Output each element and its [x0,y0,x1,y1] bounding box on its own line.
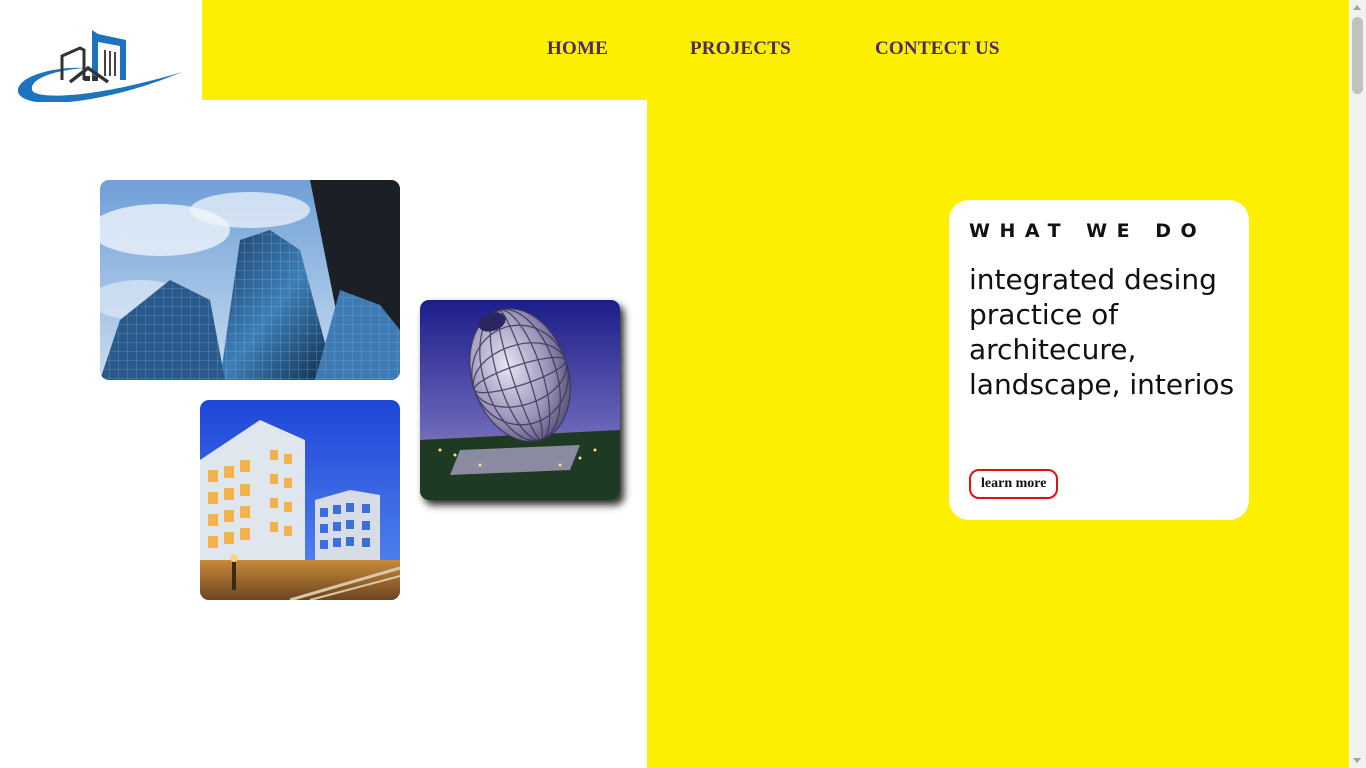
nav-contact-link[interactable]: CONTECT US [875,38,1000,60]
building-logo-icon [17,30,182,102]
scroll-thumb[interactable] [1352,17,1363,94]
top-navigation: HOME PROJECTS CONTECT US [202,0,1349,100]
scroll-down-arrow-icon[interactable] [1353,758,1361,763]
nav-projects-link[interactable]: PROJECTS [690,38,791,60]
what-we-do-card: WHAT WE DO integrated desing practice of… [949,200,1249,520]
scroll-up-arrow-icon[interactable] [1353,5,1361,10]
page-scrollbar[interactable] [1349,0,1366,768]
card-eyebrow: WHAT WE DO [969,220,1207,242]
egg-shaped-building-photo [420,300,620,500]
apartment-building-photo [200,400,400,600]
glass-skyscraper-photo [100,180,400,380]
learn-more-button[interactable]: learn more [969,469,1059,499]
card-heading: integrated desing practice of architecur… [969,263,1235,401]
nav-home-link[interactable]: HOME [547,38,608,60]
logo-container[interactable] [0,0,202,102]
